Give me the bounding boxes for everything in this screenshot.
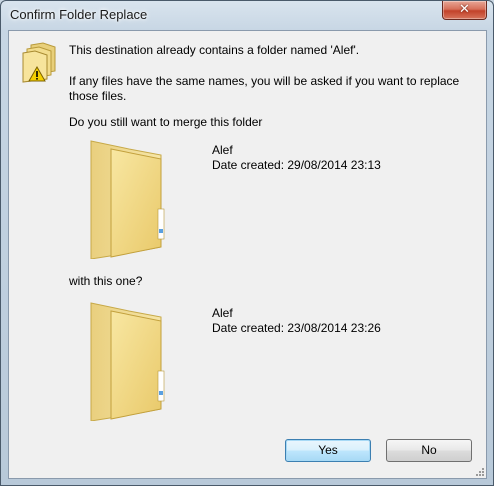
window-title: Confirm Folder Replace (10, 7, 148, 22)
no-button[interactable]: No (386, 439, 472, 462)
close-icon: ✕ (459, 2, 470, 17)
source-folder-date: Date created: 29/08/2014 23:13 (212, 158, 381, 172)
yes-button[interactable]: Yes (285, 439, 371, 462)
close-button[interactable]: ✕ (442, 1, 487, 20)
message-replace-line1: If any files have the same names, you wi… (69, 74, 460, 88)
destination-folder-icon[interactable] (89, 301, 169, 421)
merge-question: Do you still want to merge this folder (69, 115, 263, 129)
source-folder-icon[interactable] (89, 139, 169, 259)
message-existing-folder: This destination already contains a fold… (69, 43, 360, 57)
source-folder-name: Alef (212, 143, 233, 157)
destination-folder-name: Alef (212, 306, 233, 320)
folder-warning-icon (22, 42, 56, 83)
with-this-one-label: with this one? (69, 274, 143, 288)
message-replace-line2: those files. (69, 89, 127, 103)
confirm-folder-replace-dialog: Confirm Folder Replace ✕ This destinatio… (0, 0, 494, 486)
dialog-content: This destination already contains a fold… (8, 30, 487, 479)
title-bar[interactable]: Confirm Folder Replace ✕ (1, 1, 493, 29)
resize-grip-icon[interactable] (475, 467, 485, 477)
destination-folder-date: Date created: 23/08/2014 23:26 (212, 321, 381, 335)
